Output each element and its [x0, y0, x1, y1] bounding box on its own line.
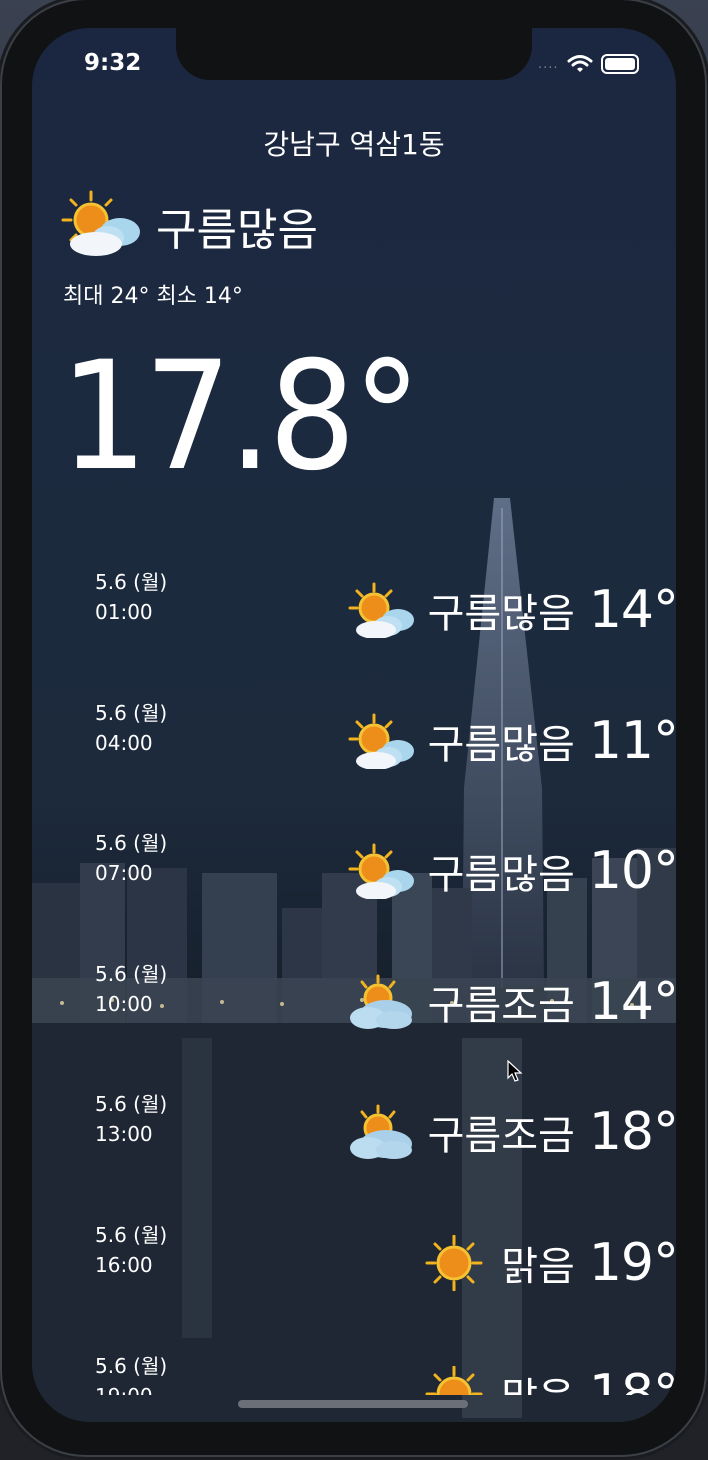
forecast-date: 5.6 (월)	[95, 1353, 168, 1378]
signal-icon: ....	[538, 56, 559, 72]
forecast-right: 구름많음 10°	[348, 841, 676, 901]
mostly-cloudy-icon	[348, 843, 414, 900]
forecast-time: 04:00	[95, 730, 153, 755]
notch	[176, 28, 532, 80]
forecast-row: 5.6 (월) 19:00 맑음 18°	[32, 1350, 676, 1395]
forecast-temperature: 11°	[588, 710, 676, 771]
current-temperature-value: 17.8°	[60, 330, 422, 504]
forecast-row: 5.6 (월) 10:00 구름조금 14°	[32, 958, 676, 1058]
forecast-time: 07:00	[95, 861, 153, 886]
forecast-row: 5.6 (월) 01:00 구름많음 14°	[32, 566, 676, 666]
partly-cloudy-icon	[61, 190, 140, 256]
mostly-cloudy-icon	[348, 713, 414, 769]
forecast-time: 01:00	[95, 600, 153, 624]
location-label[interactable]: 강남구 역삼1동	[0, 123, 708, 163]
partly-cloudy-icon	[349, 1104, 412, 1160]
forecast-time: 13:00	[95, 1122, 153, 1147]
forecast-date: 5.6 (월)	[95, 570, 168, 594]
status-icons: ....	[538, 54, 639, 74]
forecast-time: 10:00	[95, 991, 153, 1016]
mostly-cloudy-icon	[348, 582, 414, 638]
forecast-temperature: 18°	[588, 1102, 676, 1163]
forecast-row: 5.6 (월) 13:00 구름조금 18°	[32, 1088, 676, 1188]
forecast-temperature: 18°	[588, 1363, 676, 1395]
forecast-time: 19:00	[95, 1384, 153, 1395]
forecast-condition: 구름많음	[427, 721, 575, 768]
forecast-condition: 맑음	[501, 1365, 575, 1395]
battery-full-icon	[600, 54, 639, 74]
forecast-row: 5.6 (월) 04:00 구름많음 11°	[32, 697, 676, 797]
forecast-row: 5.6 (월) 07:00 구름많음 10°	[32, 827, 676, 927]
forecast-condition: 맑음	[501, 1244, 575, 1290]
forecast-right: 맑음 18°	[421, 1364, 676, 1395]
mouse-cursor-icon	[507, 1060, 523, 1082]
forecast-right: 구름많음 14°	[348, 580, 676, 640]
forecast-right: 구름많음 11°	[348, 711, 676, 771]
high-low-temperature: 최대 24° 최소 14°	[63, 284, 243, 309]
forecast-date: 5.6 (월)	[95, 1092, 168, 1117]
forecast-right: 구름조금 14°	[348, 972, 676, 1032]
forecast-date: 5.6 (월)	[95, 700, 168, 725]
partly-cloudy-icon	[349, 974, 412, 1029]
forecast-right: 맑음 19°	[421, 1233, 676, 1293]
forecast-date: 5.6 (월)	[95, 831, 168, 856]
forecast-time: 16:00	[95, 1253, 153, 1277]
status-time: 9:32	[84, 50, 142, 76]
forecast-right: 구름조금 18°	[348, 1102, 676, 1162]
sun-icon	[425, 1235, 483, 1291]
forecast-condition: 구름많음	[427, 591, 575, 637]
forecast-temperature: 14°	[588, 971, 676, 1032]
forecast-condition: 구름조금	[427, 1113, 575, 1160]
home-indicator[interactable]	[238, 1400, 468, 1408]
current-temperature: 17.8°	[60, 330, 449, 504]
forecast-date: 5.6 (월)	[95, 1223, 168, 1247]
forecast-temperature: 19°	[588, 1233, 676, 1293]
sun-icon	[425, 1365, 483, 1395]
forecast-row: 5.6 (월) 16:00 맑음 19°	[32, 1219, 676, 1319]
forecast-date: 5.6 (월)	[95, 961, 168, 986]
current-condition: 구름많음	[156, 205, 318, 256]
forecast-temperature: 10°	[588, 841, 676, 902]
forecast-condition: 구름많음	[427, 852, 575, 899]
forecast-temperature: 14°	[588, 580, 676, 640]
wifi-icon	[567, 55, 593, 72]
forecast-condition: 구름조금	[427, 982, 575, 1029]
